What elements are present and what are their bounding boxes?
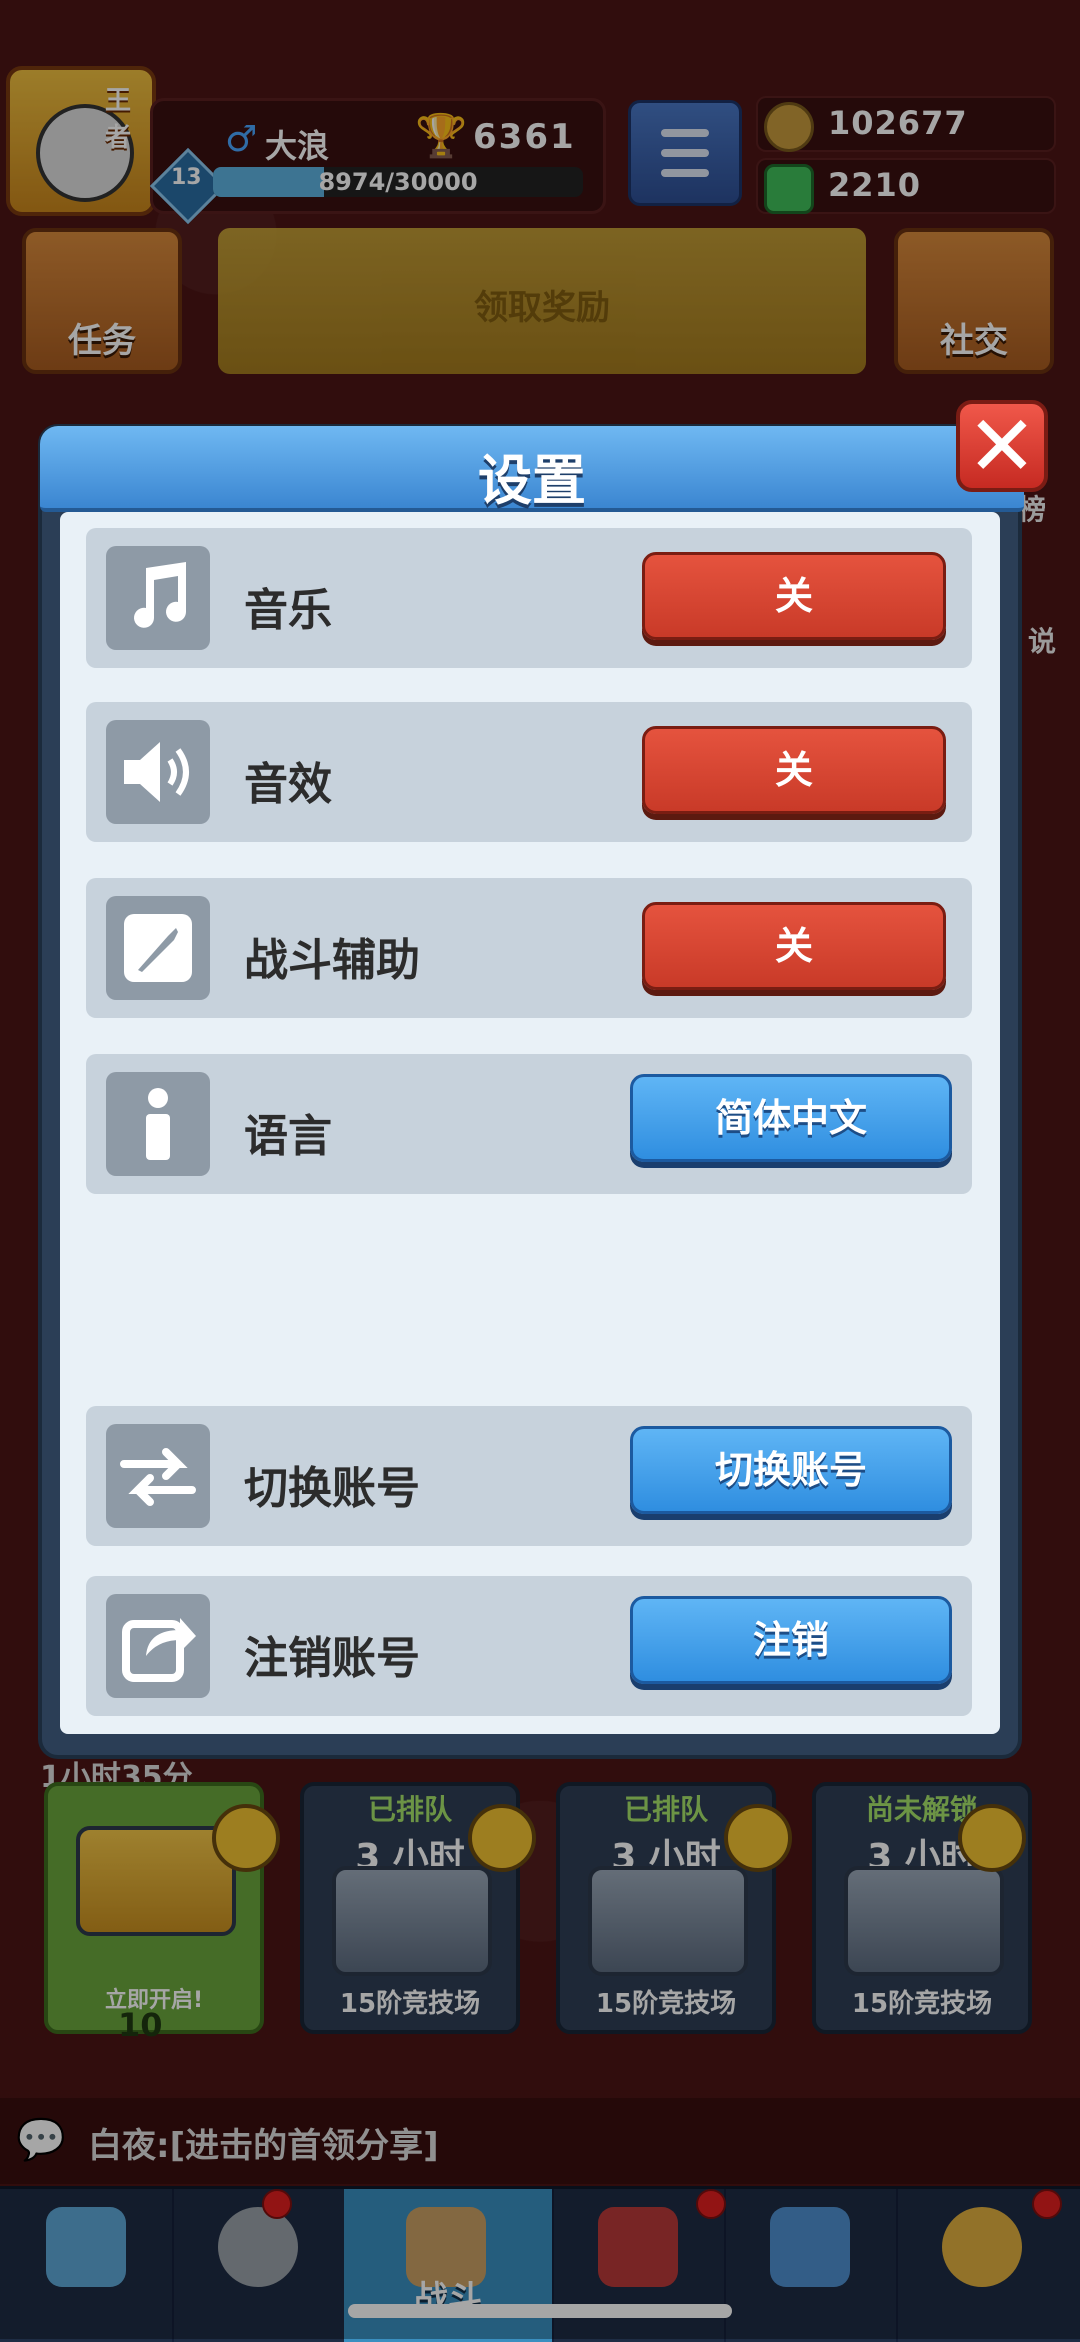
settings-header: 设置 [40,426,1024,512]
setting-label: 注销账号 [244,1633,420,1684]
swap-icon [106,1424,210,1528]
sword-icon [106,896,210,1000]
music-toggle-button[interactable]: 关 [642,552,946,640]
close-icon: ✕ [966,397,1038,495]
sound-toggle-button[interactable]: 关 [642,726,946,814]
music-icon [106,546,210,650]
setting-row-battle-assist: 战斗辅助 关 [86,878,972,1018]
setting-label: 切换账号 [244,1463,420,1514]
setting-label: 战斗辅助 [244,935,420,986]
battle-assist-toggle-button[interactable]: 关 [642,902,946,990]
settings-title: 设置 [478,449,586,512]
share-exit-icon [106,1594,210,1698]
setting-row-music: 音乐 关 [86,528,972,668]
switch-account-button[interactable]: 切换账号 [630,1426,952,1514]
setting-label: 语言 [244,1111,332,1162]
setting-row-sound: 音效 关 [86,702,972,842]
setting-label: 音效 [244,759,332,810]
close-button[interactable]: ✕ [956,400,1048,492]
delete-account-button[interactable]: 注销 [630,1596,952,1684]
setting-label: 音乐 [244,585,332,636]
setting-row-switch-account: 切换账号 切换账号 [86,1406,972,1546]
setting-row-language: 语言 简体中文 [86,1054,972,1194]
language-button[interactable]: 简体中文 [630,1074,952,1162]
setting-row-delete-account: 注销账号 注销 [86,1576,972,1716]
speaker-icon [106,720,210,824]
info-icon [106,1072,210,1176]
